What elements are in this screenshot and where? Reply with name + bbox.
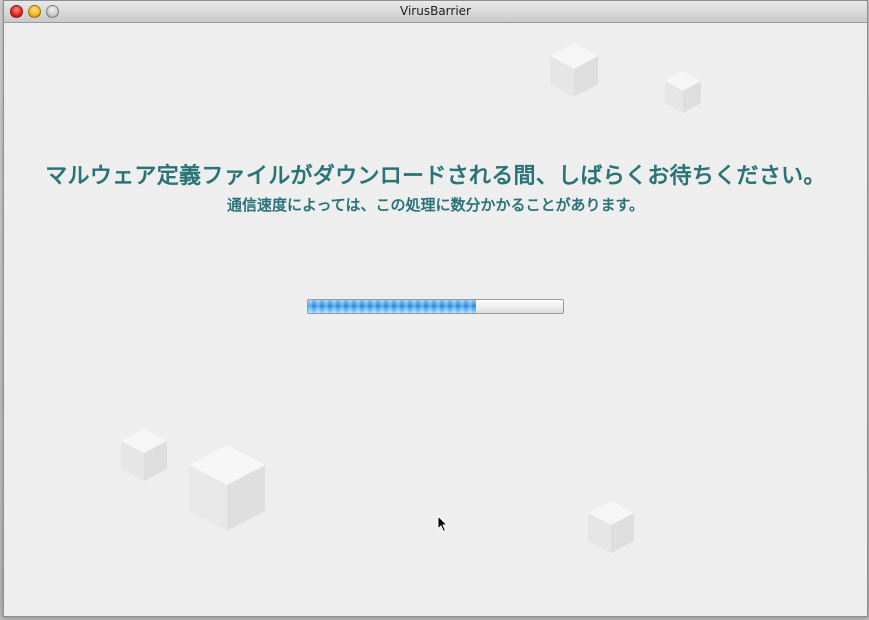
cube-icon: [550, 43, 598, 97]
window-title: VirusBarrier: [400, 4, 471, 18]
wait-message-subline: 通信速度によっては、この処理に数分かかることがあります。: [226, 196, 644, 214]
cube-icon: [189, 445, 265, 531]
mouse-pointer-icon: [437, 515, 449, 533]
download-progress-bar: [307, 299, 564, 314]
cube-icon: [121, 429, 167, 481]
cube-icon: [588, 501, 634, 553]
progress-bar-fill: [308, 300, 477, 313]
title-bar[interactable]: VirusBarrier: [4, 1, 867, 23]
wait-message-headline: マルウェア定義ファイルがダウンロードされる間、しばらくお待ちください。: [45, 164, 826, 189]
main-content: マルウェア定義ファイルがダウンロードされる間、しばらくお待ちください。 通信速度…: [4, 23, 867, 616]
cube-icon: [665, 71, 701, 113]
virusbarrier-window: VirusBarrier マルウェア定義ファイルがダウンロードされる間、しばらく…: [3, 0, 868, 617]
